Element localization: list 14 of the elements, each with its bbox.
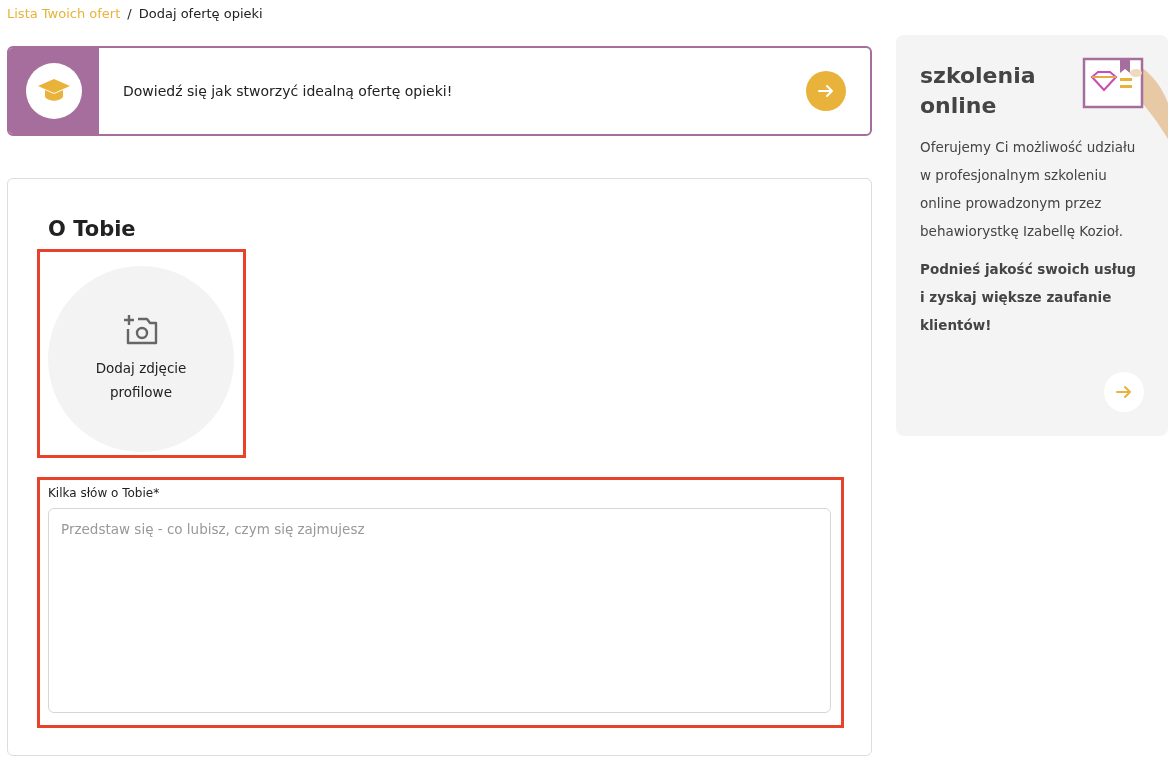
profile-photo-upload[interactable]: Dodaj zdjęcie profilowe: [48, 266, 234, 452]
promo-highlight: Podnieś jakość swoich usług i zyskaj większe zaufanie klientów!: [920, 260, 1137, 335]
promo-title: szkolenia online: [920, 62, 1037, 120]
promo-text: Oferujemy Ci możliwość udziału w profesjonalnym szkoleniu online prowadzonym przez behawiorystkę Izabellę Kozioł.: [920, 138, 1137, 241]
about-textarea[interactable]: Przedstaw się - co lubisz, czym się zajmujesz: [48, 508, 831, 713]
arrow-button[interactable]: [1104, 372, 1144, 412]
breadcrumb-current: Dodaj ofertę opieki: [138, 6, 263, 21]
section-title: O Tobie: [48, 217, 137, 241]
field-label: Kilka słów o Tobie*: [48, 486, 161, 500]
breadcrumb-separator: /: [127, 6, 132, 21]
arrow-button[interactable]: [806, 71, 846, 111]
banner-text: Dowiedź się jak stworzyć idealną ofertę opieki!: [122, 83, 454, 99]
add-camera-icon: [123, 314, 159, 346]
graduation-cap-icon: [26, 63, 82, 119]
